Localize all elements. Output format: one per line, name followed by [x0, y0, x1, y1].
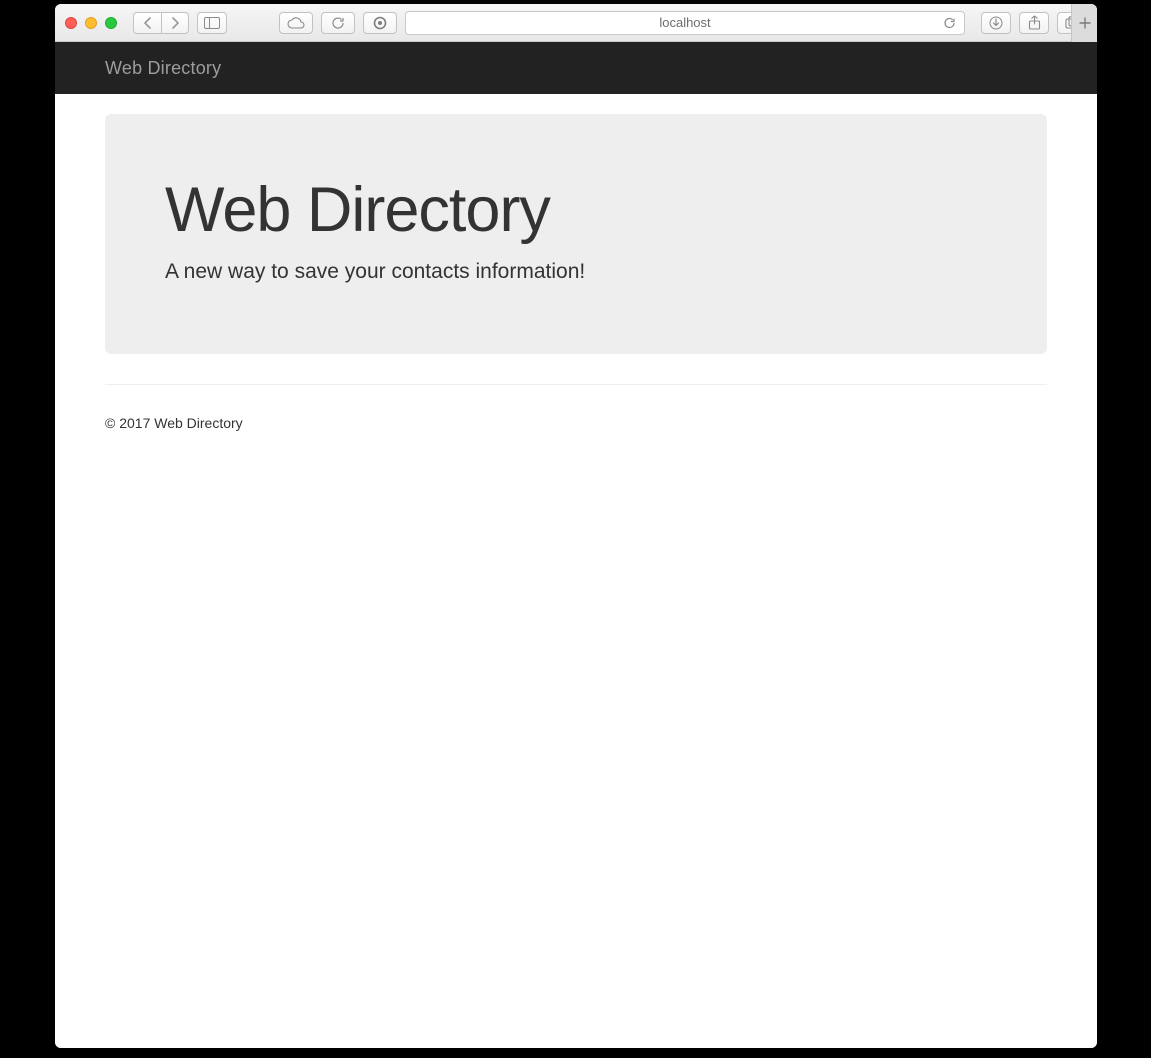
footer-separator [105, 384, 1047, 385]
plus-icon [1079, 17, 1091, 29]
nav-back-forward [133, 12, 189, 34]
share-button[interactable] [1019, 12, 1049, 34]
sync-icon [331, 16, 345, 30]
download-icon [989, 16, 1003, 30]
hero-subtitle: A new way to save your contacts informat… [165, 260, 987, 284]
reader-icon [373, 16, 387, 30]
footer-copyright: © 2017 Web Directory [105, 415, 1047, 451]
address-bar[interactable]: localhost [405, 11, 965, 35]
address-bar-text: localhost [659, 15, 710, 30]
icloud-tabs-button[interactable] [279, 12, 313, 34]
sidebar-icon [204, 17, 220, 29]
reload-icon [943, 16, 956, 29]
fullscreen-window-button[interactable] [105, 17, 117, 29]
sidebar-toggle-button[interactable] [197, 12, 227, 34]
back-button[interactable] [133, 12, 161, 34]
page-viewport: Web Directory Web Directory A new way to… [55, 42, 1097, 1048]
forward-button[interactable] [161, 12, 189, 34]
close-window-button[interactable] [65, 17, 77, 29]
share-icon [1028, 15, 1041, 30]
downloads-button[interactable] [981, 12, 1011, 34]
chevron-left-icon [143, 17, 152, 29]
hero-title: Web Directory [165, 174, 987, 246]
hero-jumbotron: Web Directory A new way to save your con… [105, 114, 1047, 354]
window-controls [65, 17, 117, 29]
new-tab-button[interactable] [1071, 4, 1097, 42]
browser-window: localhost Web Directory Web [55, 4, 1097, 1048]
reload-button[interactable] [943, 16, 956, 29]
browser-titlebar: localhost [55, 4, 1097, 42]
minimize-window-button[interactable] [85, 17, 97, 29]
navbar-brand[interactable]: Web Directory [105, 58, 221, 79]
sync-button[interactable] [321, 12, 355, 34]
reader-button[interactable] [363, 12, 397, 34]
site-navbar: Web Directory [55, 42, 1097, 94]
cloud-icon [287, 17, 305, 29]
chevron-right-icon [171, 17, 180, 29]
page-container: Web Directory A new way to save your con… [55, 94, 1097, 481]
